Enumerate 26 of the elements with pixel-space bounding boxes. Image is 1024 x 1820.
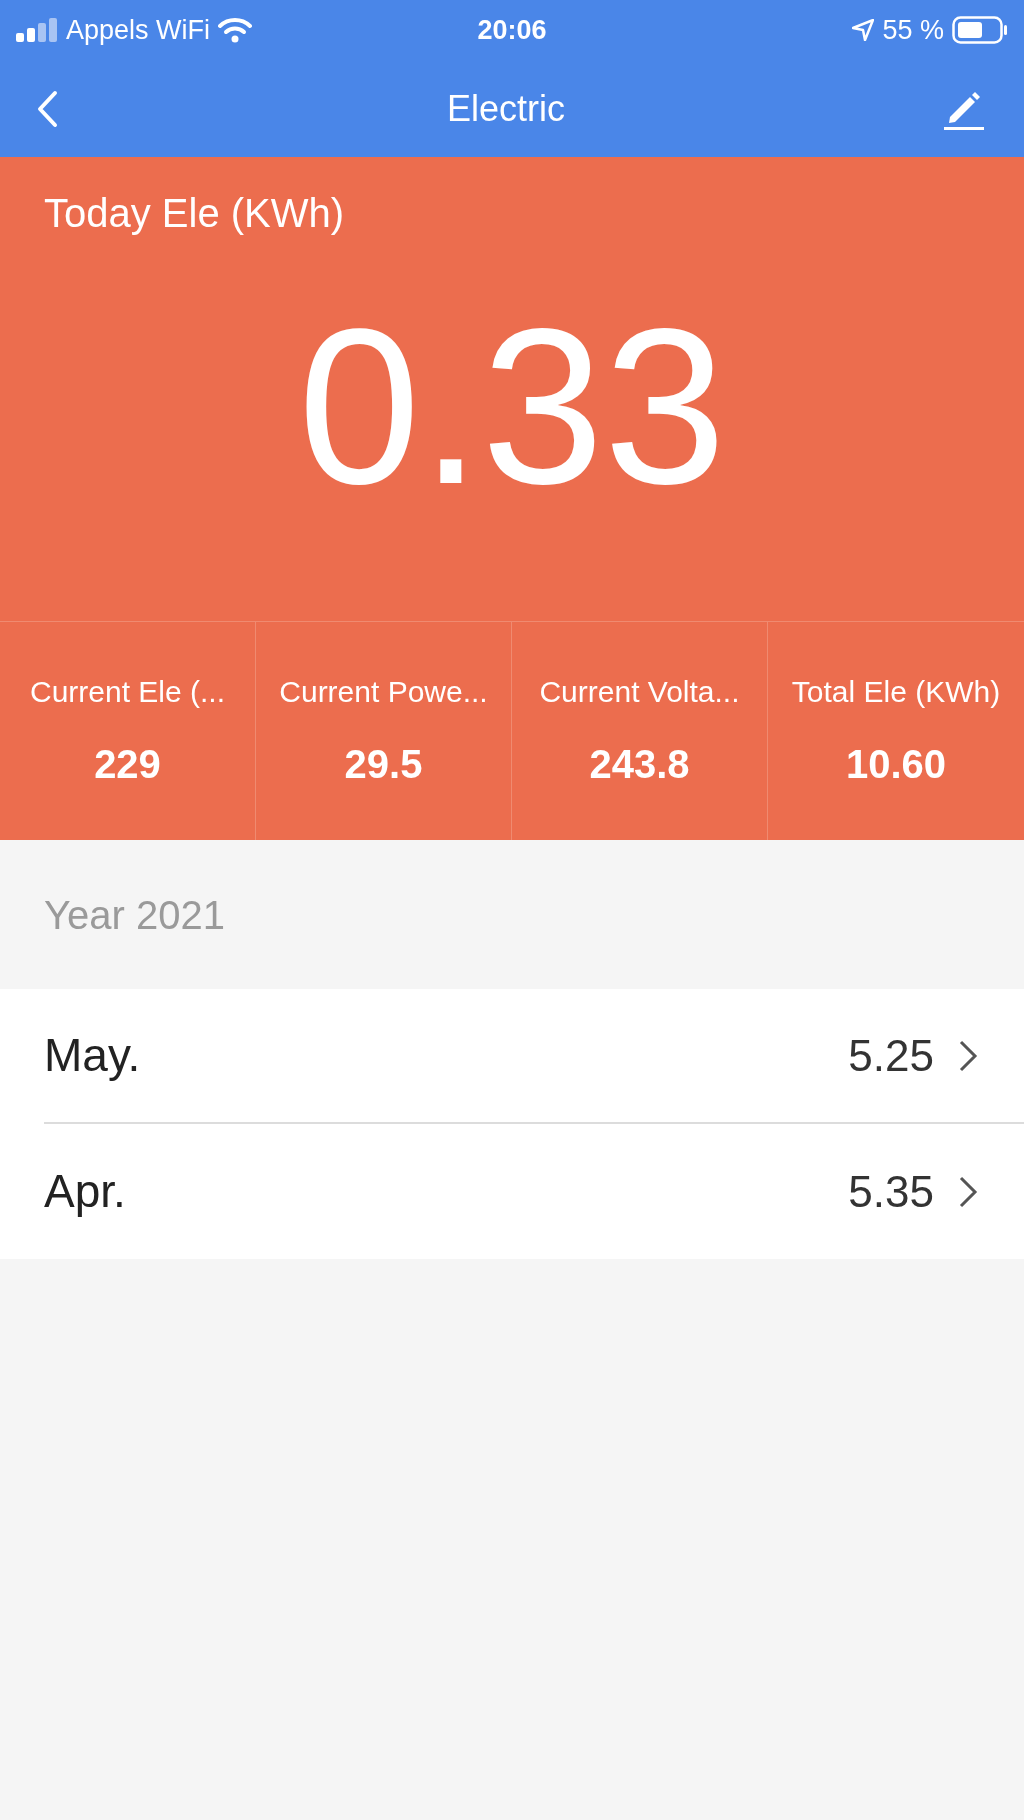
location-arrow-icon <box>852 19 875 41</box>
month-value: 5.25 <box>848 1029 934 1082</box>
stat-label: Total Ele (KWh) <box>791 673 1001 710</box>
carrier-name: Appels WiFi <box>66 13 211 47</box>
month-row[interactable]: May. 5.25 <box>44 989 1024 1124</box>
stat-value: 29.5 <box>344 740 423 788</box>
section-title: Year 2021 <box>44 891 225 939</box>
back-icon <box>36 89 58 128</box>
signal-icon <box>16 18 58 42</box>
stat-value: 243.8 <box>589 740 690 788</box>
stat-value: 10.60 <box>845 740 947 788</box>
month-row[interactable]: Apr. 5.35 <box>44 1124 1024 1259</box>
today-label: Today Ele (KWh) <box>43 190 346 237</box>
wifi-icon <box>218 17 253 43</box>
month-value: 5.35 <box>848 1165 934 1218</box>
month-label: May. <box>44 1028 141 1083</box>
battery-icon <box>952 16 1008 44</box>
screen-title: Electric <box>447 86 565 131</box>
stat-value: 229 <box>94 740 161 788</box>
stat-label: Current Powe... <box>279 673 488 710</box>
stat-label: Current Volta... <box>539 673 740 710</box>
today-value: 0.33 <box>297 297 727 517</box>
month-label: Apr. <box>44 1164 126 1219</box>
clock-time: 20:06 <box>477 13 547 47</box>
stat-label: Current Ele (... <box>29 673 226 710</box>
battery-percent: 55 % <box>882 13 944 47</box>
